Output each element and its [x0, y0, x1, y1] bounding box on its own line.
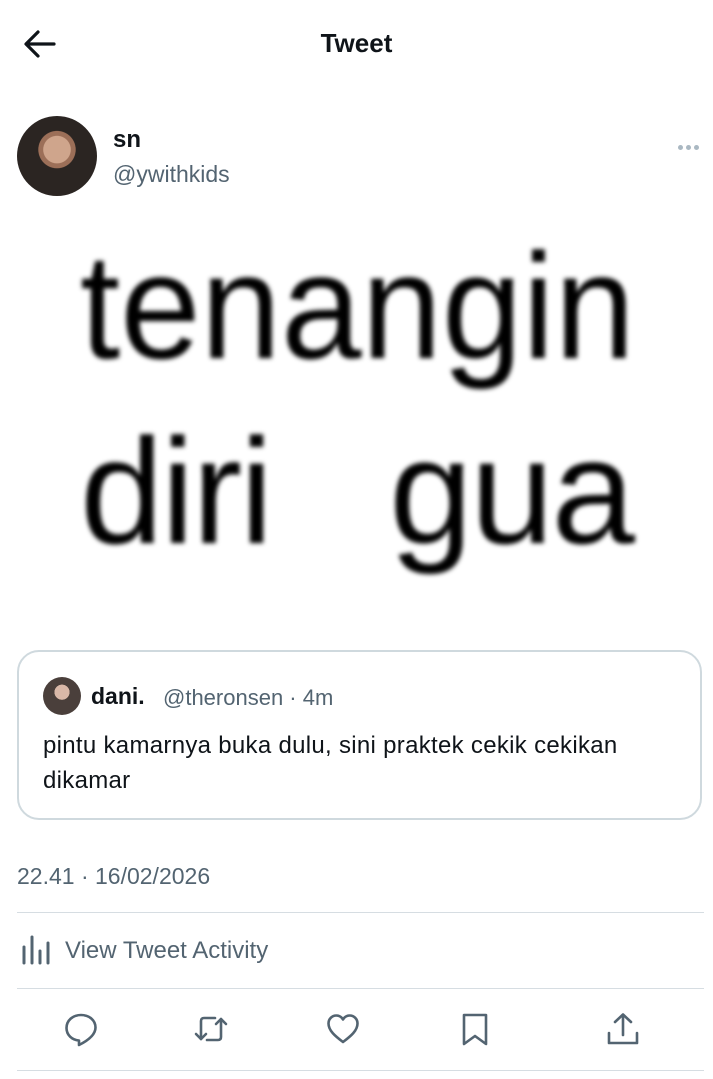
- more-dots-icon: [678, 145, 683, 150]
- reply-button[interactable]: [63, 1011, 99, 1047]
- share-button[interactable]: [605, 1011, 641, 1047]
- bar-chart-icon: [22, 935, 50, 965]
- author-display-name[interactable]: sn: [113, 126, 141, 154]
- like-icon: [327, 1014, 359, 1044]
- view-activity-button[interactable]: [20, 933, 54, 969]
- retweet-button[interactable]: [193, 1011, 229, 1047]
- like-button[interactable]: [325, 1011, 361, 1047]
- divider: [17, 912, 704, 913]
- avatar[interactable]: [17, 116, 97, 196]
- tweet-media-image[interactable]: tenangin diri gua: [40, 218, 680, 618]
- retweet-icon: [194, 1016, 228, 1042]
- quoted-display-name: dani.: [91, 683, 145, 709]
- more-options-button[interactable]: [678, 137, 706, 150]
- share-icon: [607, 1013, 639, 1045]
- quoted-avatar: [43, 677, 81, 715]
- reply-icon: [65, 1013, 97, 1047]
- bookmark-icon: [462, 1013, 488, 1046]
- page-title: Tweet: [320, 28, 393, 58]
- media-text-line-2: diri gua: [80, 407, 636, 575]
- view-activity-label[interactable]: View Tweet Activity: [65, 937, 268, 965]
- quoted-text: pintu kamarnya buka dulu, sini praktek c…: [43, 732, 618, 794]
- quoted-handle-time: @theronsen · 4m: [163, 685, 334, 710]
- author-handle[interactable]: @ywithkids: [113, 161, 230, 188]
- media-text-line-1: tenangin: [80, 222, 635, 390]
- tweet-timestamp: 22.41 · 16/02/2026: [17, 863, 211, 889]
- bookmark-button[interactable]: [457, 1011, 493, 1047]
- divider: [17, 988, 704, 989]
- divider: [17, 1070, 704, 1071]
